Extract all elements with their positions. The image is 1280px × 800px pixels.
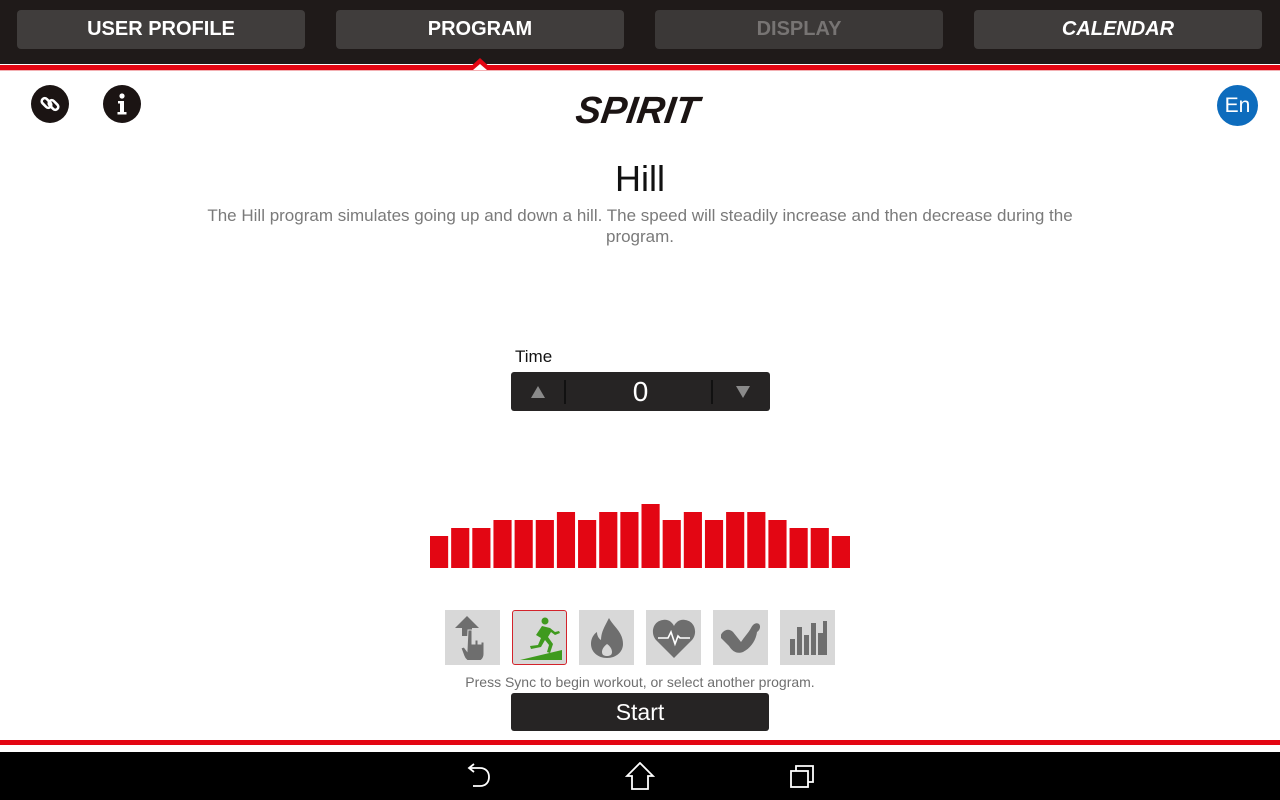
profile-bar	[493, 520, 512, 568]
active-tab-indicator	[467, 58, 493, 70]
program-fat-burn-button[interactable]	[579, 610, 634, 665]
profile-bar	[768, 520, 787, 568]
home-icon	[625, 762, 655, 790]
strength-arm-icon	[720, 622, 760, 653]
program-title: Hill	[615, 158, 665, 199]
program-manual-button[interactable]	[445, 610, 500, 665]
tab-program[interactable]: PROGRAM	[336, 10, 624, 49]
recent-apps-button[interactable]	[782, 760, 822, 792]
profile-bar	[683, 512, 702, 568]
link-icon	[40, 96, 60, 112]
program-description: The Hill program simulates going up and …	[207, 206, 1073, 246]
profile-bar	[514, 520, 533, 568]
time-increase-button[interactable]	[511, 372, 565, 411]
heart-rate-icon	[652, 619, 695, 658]
header-divider	[0, 64, 1280, 71]
triangle-down-icon	[736, 385, 750, 398]
tab-display[interactable]: DISPLAY	[655, 10, 943, 49]
profile-bar	[831, 536, 850, 568]
fat-burn-icon	[590, 617, 623, 658]
manual-icon	[454, 615, 484, 660]
profile-bar	[430, 536, 449, 568]
top-navigation-bar: USER PROFILE PROGRAM DISPLAY CALENDAR	[0, 0, 1280, 64]
brand-text: SPIRIT	[573, 92, 704, 128]
profile-bar	[641, 504, 660, 568]
hill-runner-icon	[519, 617, 562, 660]
language-button[interactable]: En	[1217, 85, 1258, 126]
recent-apps-icon	[790, 765, 814, 788]
back-icon	[467, 763, 490, 787]
sync-hint-text: Press Sync to begin workout, or select a…	[465, 674, 815, 690]
back-button[interactable]	[458, 760, 498, 792]
profile-bar	[451, 528, 470, 568]
info-button[interactable]	[103, 85, 141, 123]
stepper-divider	[564, 380, 566, 404]
spirit-logo: SPIRIT	[573, 92, 704, 128]
profile-bar	[747, 512, 766, 568]
time-decrease-button[interactable]	[716, 372, 770, 411]
android-navigation-bar	[0, 752, 1280, 800]
program-strength-button[interactable]	[713, 610, 768, 665]
program-hill-button[interactable]	[512, 610, 567, 665]
program-profile-chart	[430, 504, 850, 568]
tab-user-profile[interactable]: USER PROFILE	[17, 10, 305, 49]
profile-bar	[472, 528, 491, 568]
time-label: Time	[515, 347, 553, 366]
time-value[interactable]: 0	[567, 372, 714, 411]
profile-bar	[704, 520, 724, 568]
stepper-divider	[711, 380, 713, 404]
tab-calendar[interactable]: CALENDAR	[974, 10, 1262, 49]
profile-bar	[662, 520, 681, 568]
profile-bar	[556, 512, 576, 568]
profile-bar	[789, 528, 808, 568]
interval-bars-icon	[789, 620, 827, 655]
link-button[interactable]	[31, 85, 69, 123]
info-icon	[117, 93, 127, 115]
profile-bar	[620, 512, 639, 568]
time-stepper: 0	[511, 372, 770, 411]
footer-divider	[0, 740, 1280, 745]
program-heart-rate-button[interactable]	[646, 610, 701, 665]
start-button[interactable]: Start	[511, 693, 769, 731]
program-interval-button[interactable]	[780, 610, 835, 665]
profile-bar	[599, 512, 618, 568]
program-selector	[445, 610, 837, 665]
profile-bar	[810, 528, 829, 568]
profile-bar	[726, 512, 745, 568]
profile-bar	[535, 520, 554, 568]
profile-bar	[578, 520, 597, 568]
home-button[interactable]	[620, 760, 660, 792]
triangle-up-icon	[531, 385, 545, 398]
